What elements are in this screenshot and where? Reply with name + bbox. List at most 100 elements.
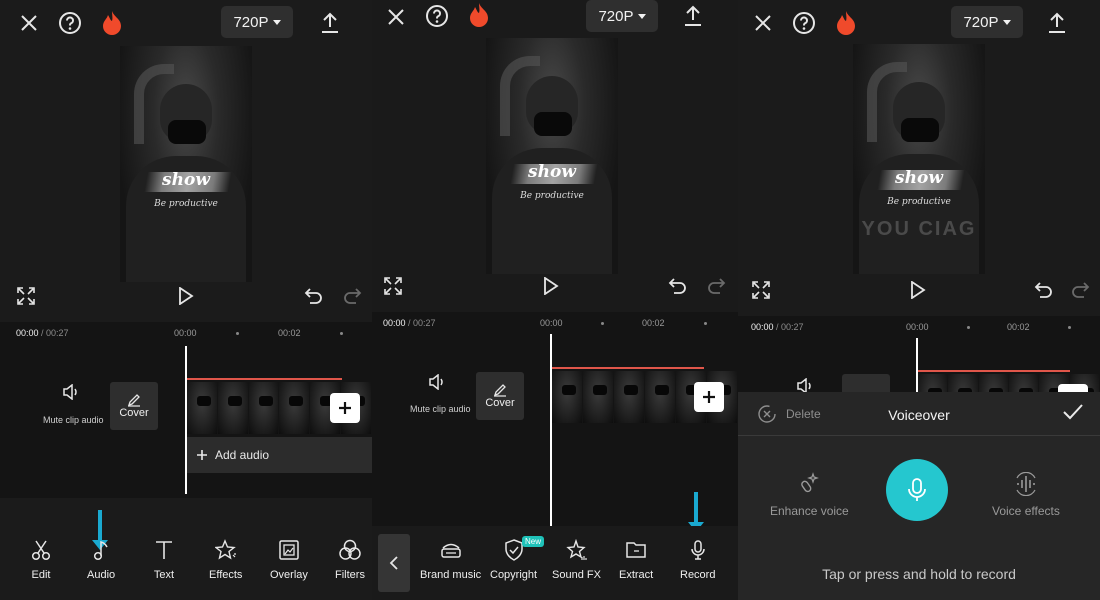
tool-effects[interactable]: Effects [209, 538, 242, 581]
caret-down-icon [1002, 19, 1011, 25]
resolution-selector[interactable]: 720P [586, 0, 658, 32]
preview-overlay-title: show [162, 170, 210, 190]
tool-label: Copyright [490, 569, 538, 581]
enhance-voice-button[interactable]: Enhance voice [770, 472, 849, 518]
export-icon[interactable] [317, 10, 343, 36]
help-icon[interactable] [424, 3, 450, 29]
play-icon[interactable] [906, 278, 930, 302]
voice-effects-label: Voice effects [992, 504, 1060, 518]
ruler-tick: 00:02 [642, 318, 665, 328]
confirm-check-icon[interactable] [1062, 403, 1084, 426]
fullscreen-icon[interactable] [14, 284, 38, 308]
flame-icon[interactable] [99, 10, 125, 36]
video-preview[interactable]: show Be productive YOU CIAG [853, 44, 985, 274]
voiceover-sheet: Delete Voiceover Enhance voice Voice eff… [738, 392, 1100, 600]
playhead[interactable] [185, 346, 187, 494]
fullscreen-icon[interactable] [381, 274, 405, 298]
tool-edit[interactable]: Edit [29, 538, 53, 581]
tool-overlay[interactable]: Overlay [270, 538, 308, 581]
new-badge: New [522, 536, 545, 547]
plus-icon [703, 391, 715, 403]
playhead[interactable] [916, 338, 918, 396]
voiceover-title: Voiceover [888, 407, 950, 423]
folder-icon [624, 538, 648, 562]
preview-overlay-title: show [528, 162, 576, 182]
video-preview[interactable]: show Be productive [486, 38, 618, 274]
enhance-voice-label: Enhance voice [770, 504, 849, 518]
flame-icon[interactable] [466, 2, 492, 28]
mute-clip-audio-label[interactable]: Mute clip audio [43, 415, 104, 425]
mute-clip-audio-label[interactable]: Mute clip audio [410, 404, 471, 414]
current-time: 00:00 [383, 318, 406, 328]
back-button[interactable] [378, 534, 410, 592]
microphone-icon [686, 538, 710, 562]
cover-button[interactable]: Cover [110, 382, 158, 430]
timecode: 00:00 / 00:27 [751, 322, 804, 332]
tool-text[interactable]: Text [152, 538, 176, 581]
tool-extract[interactable]: Extract [619, 538, 653, 581]
timeline[interactable]: 00:00 / 00:27 00:00 00:02 [738, 316, 1100, 426]
speaker-icon[interactable] [62, 383, 80, 405]
flame-icon[interactable] [833, 10, 859, 36]
tool-label: Extract [619, 569, 654, 581]
resolution-selector[interactable]: 720P [951, 6, 1023, 38]
help-icon[interactable] [791, 10, 817, 36]
redo-icon[interactable] [704, 274, 728, 298]
resolution-label: 720P [598, 7, 634, 25]
add-clip-button[interactable] [694, 382, 724, 412]
ruler-tick: 00:02 [1007, 322, 1030, 332]
fullscreen-icon[interactable] [749, 278, 773, 302]
speaker-icon[interactable] [428, 373, 446, 395]
close-icon[interactable] [383, 4, 409, 30]
tool-label: Brand music [420, 569, 482, 581]
add-clip-button[interactable] [330, 393, 360, 423]
tool-label: Audio [87, 569, 116, 581]
close-icon[interactable] [750, 10, 776, 36]
tool-sound-fx[interactable]: Sound FX [552, 538, 601, 581]
voice-effects-button[interactable]: Voice effects [992, 472, 1060, 518]
tool-record[interactable]: Record [680, 538, 715, 581]
help-icon[interactable] [57, 10, 83, 36]
play-icon[interactable] [174, 284, 198, 308]
tool-brand-music[interactable]: Brand music [420, 538, 481, 581]
preview-overlay-subtitle: Be productive [520, 191, 584, 201]
total-time: / 00:27 [773, 322, 804, 332]
add-audio-label: Add audio [215, 448, 270, 462]
playhead[interactable] [550, 334, 552, 526]
ruler-tick: 00:02 [278, 328, 301, 338]
undo-icon[interactable] [1032, 278, 1056, 302]
record-button[interactable] [886, 459, 948, 521]
undo-icon[interactable] [666, 274, 690, 298]
ruler-dot [704, 322, 707, 325]
main-toolbar: Edit Audio Text Effects Overlay Filters [0, 530, 372, 600]
tool-audio[interactable]: Audio [87, 538, 115, 581]
timeline[interactable]: 00:00 / 00:27 00:00 00:02 Mute clip audi… [0, 322, 372, 498]
audio-track-line [187, 378, 342, 380]
undo-icon[interactable] [302, 284, 326, 308]
voice-effects-icon [1016, 472, 1036, 496]
tool-label: Text [153, 569, 175, 581]
timeline[interactable]: 00:00 / 00:27 00:00 00:02 Mute clip audi… [372, 312, 738, 526]
plus-icon [197, 450, 207, 460]
pencil-icon [127, 394, 140, 407]
redo-icon[interactable] [340, 284, 364, 308]
microphone-icon [908, 478, 926, 501]
play-icon[interactable] [539, 274, 563, 298]
tool-filters[interactable]: Filters [335, 538, 365, 581]
cover-button[interactable]: Cover [476, 372, 524, 420]
timecode: 00:00 / 00:27 [16, 328, 69, 338]
ruler-dot [340, 332, 343, 335]
redo-icon[interactable] [1068, 278, 1092, 302]
ruler-dot [1068, 326, 1071, 329]
caret-down-icon [637, 13, 646, 19]
add-audio-button[interactable]: Add audio [187, 437, 372, 473]
plus-icon [339, 402, 351, 414]
audio-track-line [918, 370, 1070, 372]
resolution-selector[interactable]: 720P [221, 6, 293, 38]
close-icon[interactable] [16, 10, 42, 36]
video-preview[interactable]: show Be productive [120, 46, 252, 282]
preview-overlay-subtitle: Be productive [887, 197, 951, 207]
export-icon[interactable] [680, 3, 706, 29]
timecode: 00:00 / 00:27 [383, 318, 436, 328]
export-icon[interactable] [1044, 10, 1070, 36]
